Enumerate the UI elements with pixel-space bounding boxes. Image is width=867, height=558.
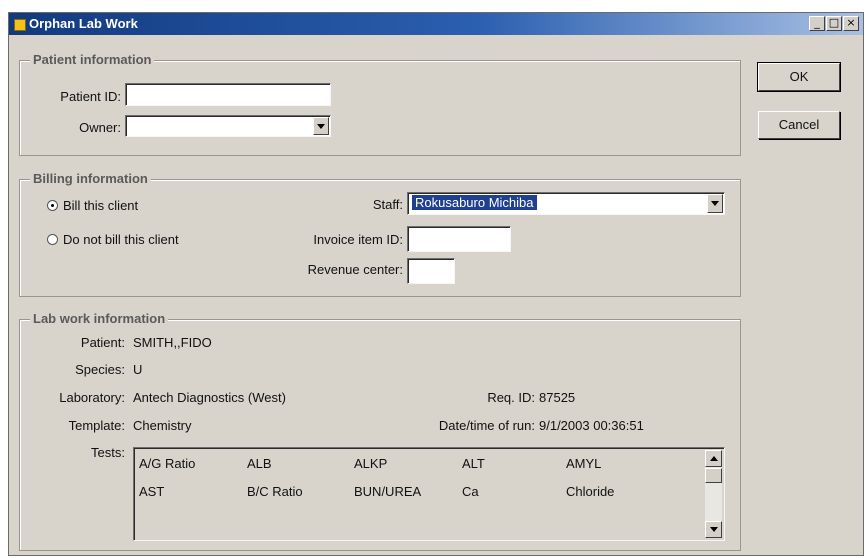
test-cell[interactable]: AMYL (566, 456, 601, 471)
species-label: Species: (75, 362, 125, 377)
tests-scrollbar[interactable] (705, 450, 722, 538)
bill-this-client-label[interactable]: Bill this client (63, 198, 138, 213)
owner-dropdown[interactable] (125, 115, 331, 137)
do-not-bill-label[interactable]: Do not bill this client (63, 232, 179, 247)
lab-work-information-legend: Lab work information (30, 311, 169, 326)
laboratory-label: Laboratory: (59, 390, 125, 405)
revenue-center-input[interactable] (407, 258, 455, 284)
test-cell[interactable]: ALKP (354, 456, 387, 471)
ok-button[interactable]: OK (757, 62, 841, 92)
species-value: U (133, 362, 143, 377)
invoice-item-input[interactable] (407, 226, 511, 252)
template-label: Template: (68, 418, 125, 433)
scroll-thumb[interactable] (705, 468, 722, 483)
window-title: Orphan Lab Work (29, 16, 138, 31)
do-not-bill-radio[interactable] (47, 234, 58, 245)
invoice-item-label: Invoice item ID: (313, 232, 403, 247)
req-id-value: 87525 (539, 390, 576, 405)
title-bar[interactable]: Orphan Lab Work _ □ × (9, 13, 863, 35)
laboratory-value: Antech Diagnostics (West) (133, 390, 286, 405)
scroll-up-arrow-icon[interactable] (705, 450, 722, 467)
cancel-button[interactable]: Cancel (758, 111, 840, 139)
owner-label: Owner: (79, 120, 121, 135)
close-button[interactable]: × (843, 16, 859, 31)
patient-information-group: Patient information (19, 52, 741, 156)
test-cell[interactable]: BUN/UREA (354, 484, 421, 499)
revenue-center-label: Revenue center: (307, 262, 403, 277)
datetime-value: 9/1/2003 00:36:51 (539, 418, 644, 433)
patient-id-label: Patient ID: (60, 89, 121, 104)
bill-this-client-radio[interactable] (47, 200, 58, 211)
lab-patient-value: SMITH,,FIDO (133, 335, 212, 350)
template-value: Chemistry (133, 418, 192, 433)
test-cell[interactable]: ALB (247, 456, 272, 471)
scroll-down-arrow-icon[interactable] (705, 521, 722, 538)
billing-information-legend: Billing information (30, 171, 151, 186)
patient-id-input[interactable] (125, 83, 331, 106)
patient-information-legend: Patient information (30, 52, 155, 67)
orphan-lab-work-window: Orphan Lab Work _ □ × Patient informatio… (8, 12, 864, 556)
staff-label: Staff: (372, 197, 403, 212)
app-icon (14, 19, 26, 31)
maximize-button[interactable]: □ (826, 16, 842, 31)
test-cell[interactable]: ALT (462, 456, 485, 471)
test-cell[interactable]: Ca (462, 484, 479, 499)
lab-patient-label: Patient: (80, 335, 125, 350)
test-cell[interactable]: A/G Ratio (139, 456, 195, 471)
staff-dropdown[interactable]: Rokusaburo Michiba (407, 192, 725, 215)
owner-dropdown-arrow-icon[interactable] (313, 117, 329, 135)
datetime-label: Date/time of run: (438, 418, 535, 433)
test-cell[interactable]: B/C Ratio (247, 484, 303, 499)
tests-listbox[interactable]: A/G Ratio ALB ALKP ALT AMYL AST B/C Rati… (133, 447, 725, 541)
test-cell[interactable]: Chloride (566, 484, 614, 499)
tests-label: Tests: (91, 445, 125, 460)
minimize-button[interactable]: _ (809, 16, 825, 31)
staff-dropdown-arrow-icon[interactable] (707, 194, 723, 213)
test-cell[interactable]: AST (139, 484, 164, 499)
staff-value: Rokusaburo Michiba (412, 195, 537, 210)
req-id-label: Req. ID: (487, 390, 535, 405)
